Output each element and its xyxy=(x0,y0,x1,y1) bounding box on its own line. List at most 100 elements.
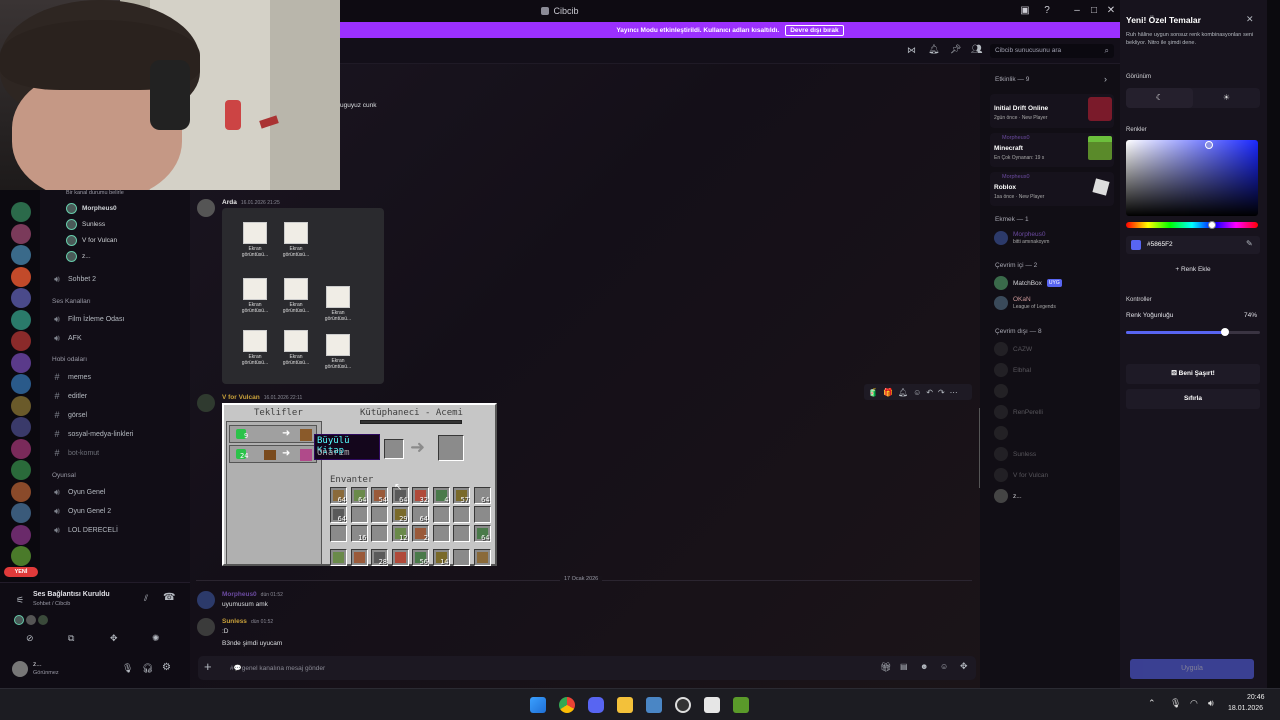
mc-inventory-slot[interactable] xyxy=(453,525,470,542)
mc-inventory-slot[interactable]: 12 xyxy=(391,525,409,542)
volume-icon[interactable]: 🔊︎ xyxy=(1208,698,1214,709)
server-icon[interactable] xyxy=(11,288,31,308)
server-icon[interactable] xyxy=(11,546,31,566)
server-icon[interactable] xyxy=(11,395,31,416)
hex-value[interactable]: #5865F2 xyxy=(1147,241,1173,248)
gif-icon[interactable]: ▤ xyxy=(900,662,908,671)
server-icon[interactable] xyxy=(11,202,31,222)
channel-afk[interactable]: 🔊︎ AFK xyxy=(52,333,81,344)
mc-inventory-slot[interactable] xyxy=(350,506,368,523)
chevron-right-icon[interactable]: › xyxy=(1104,74,1107,84)
channel-film[interactable]: 🔊︎ Film İzleme Odası xyxy=(52,314,124,325)
surprise-button[interactable]: ⚄ Beni Şaşırt! xyxy=(1126,364,1260,384)
bell-icon[interactable]: 🔔︎ xyxy=(928,44,939,55)
minecraft-launcher-icon[interactable] xyxy=(733,697,749,713)
member-item[interactable]: Elbhal xyxy=(994,363,1031,377)
mc-inventory-slot[interactable] xyxy=(453,549,470,566)
notepad-icon[interactable] xyxy=(704,697,720,713)
intensity-slider-handle[interactable] xyxy=(1221,328,1230,336)
avatar[interactable] xyxy=(197,394,215,412)
headphones-icon[interactable]: 🎧︎ xyxy=(142,663,153,674)
emoji-icon[interactable]: ☺ xyxy=(940,662,948,671)
avatar[interactable] xyxy=(12,661,28,677)
intensity-slider-track[interactable] xyxy=(1126,328,1260,336)
discord-icon[interactable] xyxy=(588,697,604,713)
mic-tray-icon[interactable]: 🎙︎ xyxy=(1170,698,1181,709)
search-input[interactable]: Cibcib sunucusunu ara ⌕ xyxy=(990,44,1114,58)
voice-user[interactable]: Morpheus0 xyxy=(66,203,117,214)
add-color-button[interactable]: + Renk Ekle xyxy=(1126,262,1260,278)
clock-time[interactable]: 20:46 xyxy=(1247,694,1265,701)
screenshare-icon[interactable]: ⧉ xyxy=(68,633,74,644)
reaction-icon[interactable]: 🧃 xyxy=(868,388,878,397)
file-thumb[interactable]: Ekran görüntüsü... xyxy=(276,330,316,366)
channel-lol[interactable]: 🔊︎ LOL DERECELİ xyxy=(52,525,118,536)
voice-user[interactable]: z... xyxy=(66,251,91,262)
server-icon[interactable] xyxy=(11,481,31,502)
file-thumb[interactable]: Ekran görüntüsü... xyxy=(318,334,358,370)
mc-inventory-slot[interactable]: 64 xyxy=(330,506,347,523)
inbox-icon[interactable]: ▣ xyxy=(1018,4,1032,18)
channel-sosyal[interactable]: # sosyal-medya-linkleri xyxy=(52,429,133,439)
mc-inventory-slot[interactable] xyxy=(473,506,491,523)
member-item[interactable] xyxy=(994,426,1013,440)
file-attachment-grid[interactable]: Ekran görüntüsü... Ekran görüntüsü... Ek… xyxy=(222,208,384,384)
mc-trade-offer[interactable]: 9 ➜ xyxy=(229,425,317,443)
members-icon[interactable]: 👥︎ xyxy=(971,44,982,55)
sticker-icon[interactable]: ☻ xyxy=(920,662,928,671)
minecraft-trade-screenshot[interactable]: Teklifler Kütüphaneci - Acemi 9 ➜ 24 ➜ ➜ E… xyxy=(222,403,497,566)
reply-icon[interactable]: ↶ xyxy=(926,388,933,397)
file-thumb[interactable]: Ekran görüntüsü... xyxy=(276,222,316,258)
server-icon[interactable] xyxy=(11,331,31,351)
color-picker-handle[interactable] xyxy=(1205,141,1213,149)
maximize-icon[interactable]: □ xyxy=(1087,4,1101,18)
file-explorer-icon[interactable] xyxy=(617,697,633,713)
message-author[interactable]: Morpheus0 dün 01:52 xyxy=(222,591,283,598)
attach-plus-icon[interactable]: + xyxy=(204,659,212,674)
disconnect-icon[interactable]: ☎ xyxy=(163,592,175,603)
mc-inventory-slot[interactable] xyxy=(391,549,409,566)
member-item[interactable]: V for Vulcan xyxy=(994,468,1048,482)
mc-inventory-slot[interactable]: 14 xyxy=(432,549,450,566)
category-oyunsal[interactable]: Oyunsal xyxy=(52,472,76,479)
channel-bot-komut[interactable]: # bot-komut xyxy=(52,448,99,458)
member-item[interactable]: RenPerelli xyxy=(994,405,1043,419)
voice-status-hint[interactable]: Bir kanal durumu belirle xyxy=(66,190,124,196)
mc-inventory-slot[interactable]: 64 xyxy=(473,525,491,542)
server-icon[interactable] xyxy=(11,266,31,287)
chevron-up-icon[interactable]: ⌃ xyxy=(1148,698,1156,709)
more-icon[interactable]: ⋯ xyxy=(950,388,958,397)
category-ses-kanallari[interactable]: Ses Kanalları xyxy=(52,298,91,305)
soundboard-icon[interactable]: ✺ xyxy=(152,633,160,644)
mc-inventory-slot[interactable] xyxy=(371,525,388,542)
pin-icon[interactable]: 📌︎ xyxy=(950,44,961,55)
hue-handle[interactable] xyxy=(1208,221,1216,229)
member-item[interactable] xyxy=(994,384,1013,398)
file-thumb[interactable]: Ekran görüntüsü... xyxy=(235,222,275,258)
avatar[interactable] xyxy=(197,618,215,636)
mc-inventory-slot[interactable] xyxy=(432,525,450,542)
server-icon[interactable] xyxy=(11,245,31,265)
server-icon[interactable] xyxy=(11,374,31,394)
channel-gorsel[interactable]: # görsel xyxy=(52,410,87,420)
vpn-icon[interactable] xyxy=(646,697,662,713)
mc-inventory-slot[interactable]: 28 xyxy=(371,549,388,566)
camera-off-icon[interactable]: ⊘ xyxy=(26,633,34,644)
member-item[interactable]: z... xyxy=(994,489,1022,503)
obs-icon[interactable] xyxy=(675,697,691,713)
member-item[interactable]: CAZW xyxy=(994,342,1032,356)
avatar[interactable] xyxy=(197,199,215,217)
message-author[interactable]: V for Vulcan 16.01.2026 22:11 xyxy=(222,394,302,401)
mc-inventory-slot[interactable] xyxy=(371,506,388,523)
minimize-icon[interactable]: – xyxy=(1070,4,1084,18)
server-icon[interactable] xyxy=(11,503,31,523)
chrome-icon[interactable] xyxy=(559,697,575,713)
server-icon[interactable] xyxy=(11,460,31,480)
message-author[interactable]: Sunless dün 01:52 xyxy=(222,618,273,625)
mc-inventory-slot[interactable]: 64 xyxy=(350,487,368,504)
channel-sohbet-2[interactable]: 🔊︎ Sohbet 2 xyxy=(52,274,96,285)
mc-inventory-slot[interactable]: 29 xyxy=(391,506,409,523)
color-picker[interactable] xyxy=(1126,140,1258,216)
activity-card[interactable]: Morpheus0 Minecraft En Çok Oynanan: 19 s xyxy=(990,133,1114,167)
close-window-icon[interactable]: ✕ xyxy=(1104,4,1118,18)
